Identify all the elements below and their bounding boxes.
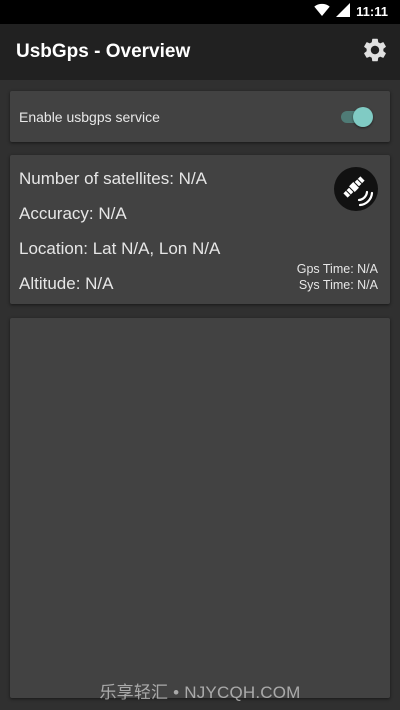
service-toggle-card: Enable usbgps service xyxy=(10,91,390,142)
status-bar: 11:11 xyxy=(0,0,400,24)
service-toggle-label: Enable usbgps service xyxy=(19,109,160,125)
satellite-icon xyxy=(334,167,378,211)
gps-time: Gps Time: N/A xyxy=(296,262,378,276)
status-time: 11:11 xyxy=(356,4,388,19)
gear-icon xyxy=(361,36,389,69)
time-block: Gps Time: N/A Sys Time: N/A xyxy=(297,261,378,293)
wifi-icon xyxy=(314,3,330,22)
app-bar: UsbGps - Overview xyxy=(0,24,400,80)
location-value: Location: Lat N/A, Lon N/A xyxy=(19,239,221,258)
satellites-count: Number of satellites: N/A xyxy=(19,169,208,188)
sys-time: Sys Time: N/A xyxy=(298,278,378,292)
gps-info-card: Number of satellites: N/A Accuracy: N/A … xyxy=(10,155,390,304)
status-icons: 11:11 xyxy=(314,2,388,22)
accuracy-value: Accuracy: N/A xyxy=(19,204,127,223)
switch-thumb xyxy=(353,107,373,127)
watermark-text: 乐享轻汇 • NJYCQH.COM xyxy=(99,683,301,702)
settings-button[interactable] xyxy=(360,37,390,67)
log-panel xyxy=(10,318,390,698)
altitude-value: Altitude: N/A xyxy=(19,274,114,293)
page-title: UsbGps - Overview xyxy=(16,41,191,62)
service-toggle-switch[interactable] xyxy=(341,107,373,127)
cell-signal-icon xyxy=(336,2,351,22)
